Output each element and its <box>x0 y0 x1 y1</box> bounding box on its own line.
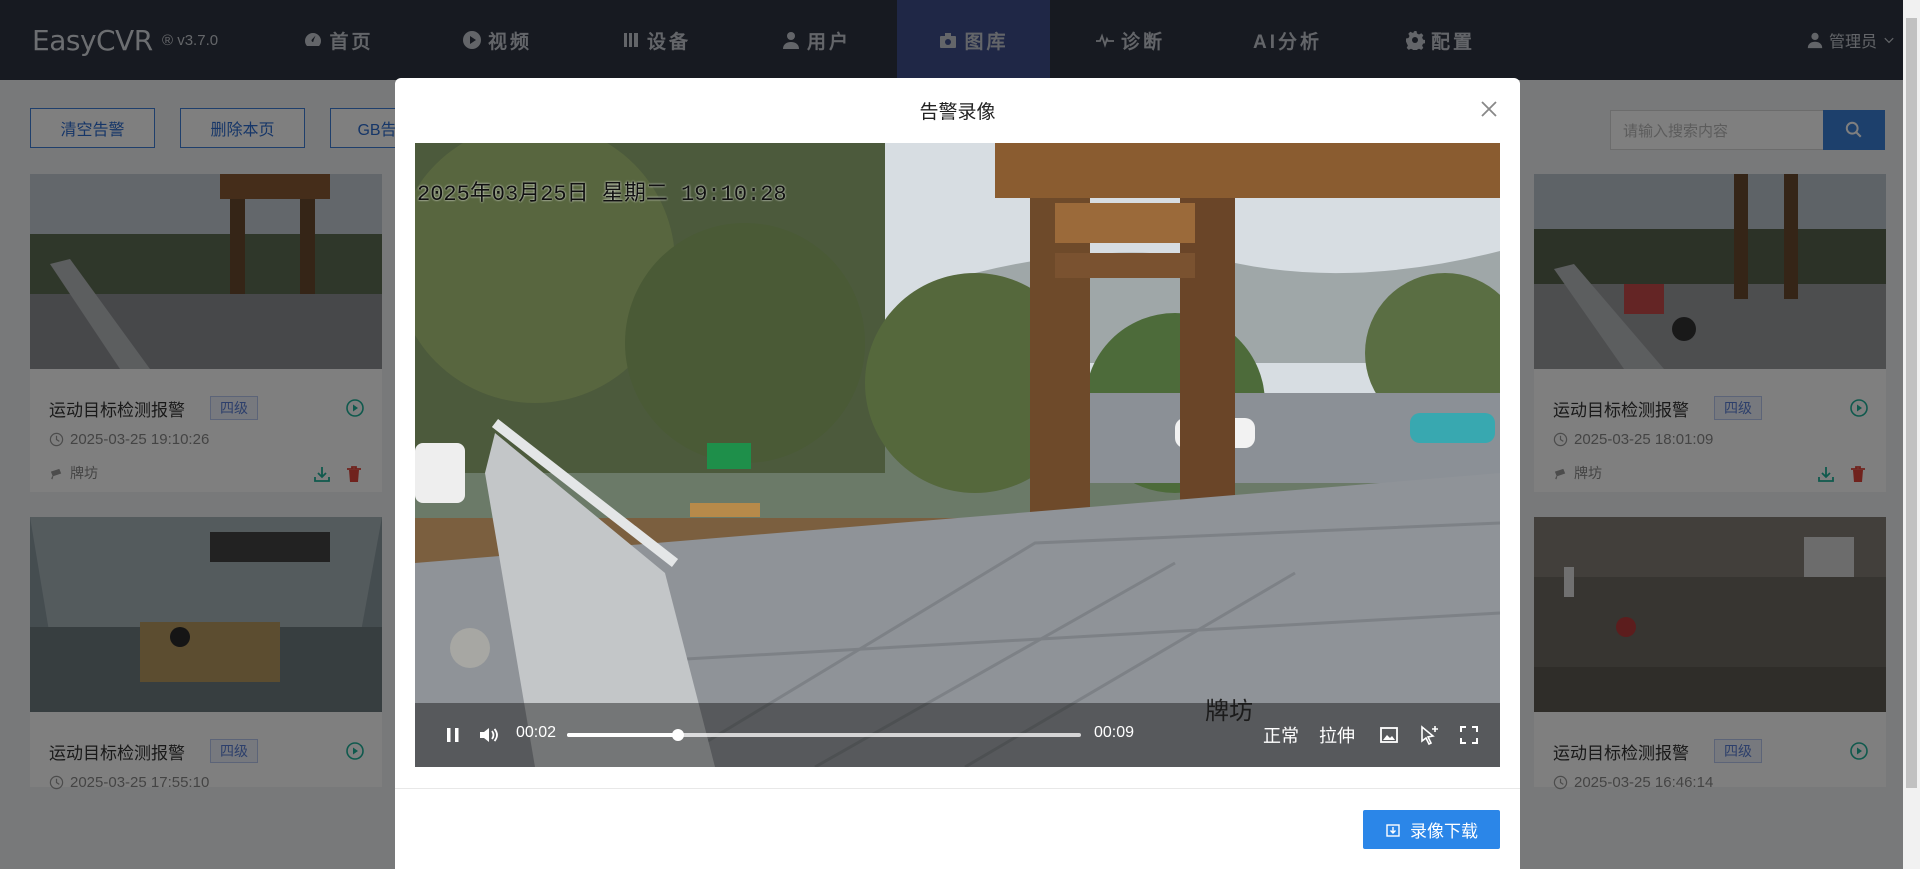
dialog-divider <box>395 788 1520 789</box>
download-recording-button[interactable]: 录像下载 <box>1363 810 1500 849</box>
fullscreen-icon[interactable] <box>1457 723 1481 747</box>
progress-knob[interactable] <box>671 729 684 741</box>
progress-fill <box>567 733 678 737</box>
volume-icon[interactable] <box>477 723 501 747</box>
dialog-title: 告警录像 <box>919 101 996 123</box>
close-icon[interactable] <box>1478 98 1500 120</box>
snapshot-icon[interactable] <box>1377 723 1401 747</box>
pause-icon[interactable] <box>441 723 465 747</box>
video-player[interactable]: 2025年03月25日 星期二 19:10:28 牌坊 00:02 00:09 … <box>415 143 1500 767</box>
zoom-pointer-icon[interactable] <box>1417 723 1441 747</box>
download-label: 录像下载 <box>1410 822 1478 841</box>
page-scrollbar[interactable] <box>1903 0 1920 869</box>
current-time: 00:02 <box>516 724 557 741</box>
duration: 00:09 <box>1094 724 1135 741</box>
scrollbar-thumb[interactable] <box>1906 18 1917 788</box>
mode-stretch-button[interactable]: 拉伸 <box>1319 722 1355 748</box>
export-icon <box>1386 823 1400 837</box>
alarm-video-dialog: 告警录像 2025年03月25日 星期二 19:10:28 牌坊 00:02 0… <box>395 78 1520 869</box>
progress-bar[interactable] <box>567 729 1081 741</box>
player-controls: 00:02 00:09 正常 拉伸 <box>415 703 1500 767</box>
mode-normal-button[interactable]: 正常 <box>1263 722 1299 748</box>
video-frame <box>415 143 1500 767</box>
video-timestamp-overlay: 2025年03月25日 星期二 19:10:28 <box>417 182 787 207</box>
